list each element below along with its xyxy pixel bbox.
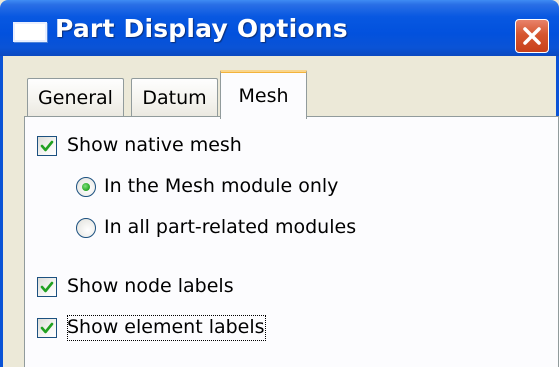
show-element-labels-checkbox[interactable] [37,318,57,338]
tab-mesh[interactable]: Mesh [220,70,307,119]
tab-mesh-label: Mesh [238,85,289,107]
radio-selected-dot [82,183,90,191]
dialog-window-icon [13,22,47,42]
show-node-labels-label[interactable]: Show node labels [67,275,234,297]
title-bar[interactable]: Part Display Options [0,0,559,56]
close-button[interactable] [515,19,549,53]
tab-general[interactable]: General [27,78,124,116]
close-x-icon [523,27,541,45]
show-element-labels-label[interactable]: Show element labels [67,316,265,338]
dialog-title: Part Display Options [55,14,348,43]
checkmark-icon [40,322,54,334]
radio-all-part-modules-label[interactable]: In all part-related modules [104,216,356,238]
checkmark-icon [40,281,54,293]
radio-mesh-module-only-label[interactable]: In the Mesh module only [104,175,338,197]
radio-mesh-module-only[interactable] [76,177,96,197]
show-node-labels-checkbox[interactable] [37,277,57,297]
tab-datum[interactable]: Datum [131,78,218,116]
checkmark-icon [40,140,54,152]
radio-all-part-modules[interactable] [76,218,96,238]
part-display-options-dialog: Part Display Options General Datum Mesh … [0,0,559,367]
show-native-mesh-checkbox[interactable] [37,136,57,156]
show-native-mesh-label[interactable]: Show native mesh [67,134,242,156]
tab-selected-accent [221,70,306,72]
